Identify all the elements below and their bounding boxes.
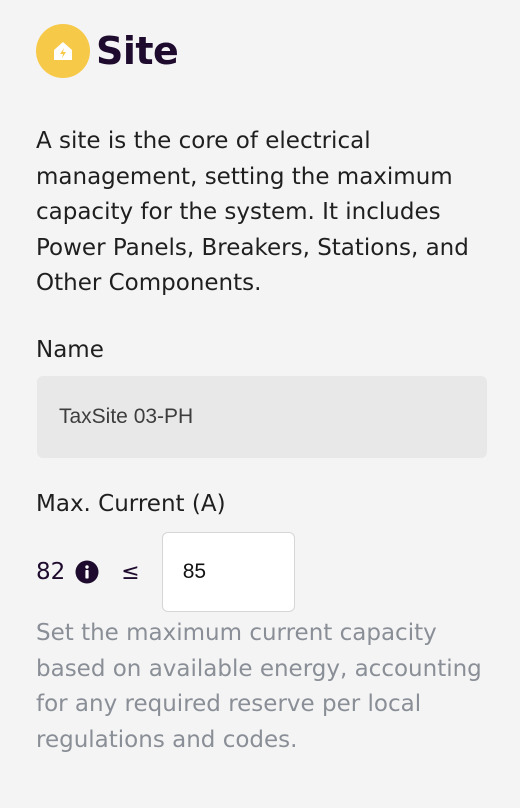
site-badge (36, 24, 90, 78)
max-current-row: 82 ≤ (36, 532, 295, 612)
max-current-label: Max. Current (A) (36, 491, 226, 517)
name-label: Name (36, 337, 104, 363)
max-current-helper-text: Set the maximum current capacity based o… (36, 620, 482, 753)
page-title: Site (96, 29, 179, 73)
current-value: 82 (36, 559, 66, 585)
name-input[interactable] (37, 376, 487, 458)
site-lightning-home-icon (54, 42, 72, 60)
page-header: Site (36, 24, 179, 78)
less-than-or-equal-symbol: ≤ (121, 559, 140, 585)
info-icon[interactable] (75, 560, 99, 584)
max-current-input[interactable] (161, 532, 295, 612)
site-description: A site is the core of electrical managem… (36, 128, 469, 296)
